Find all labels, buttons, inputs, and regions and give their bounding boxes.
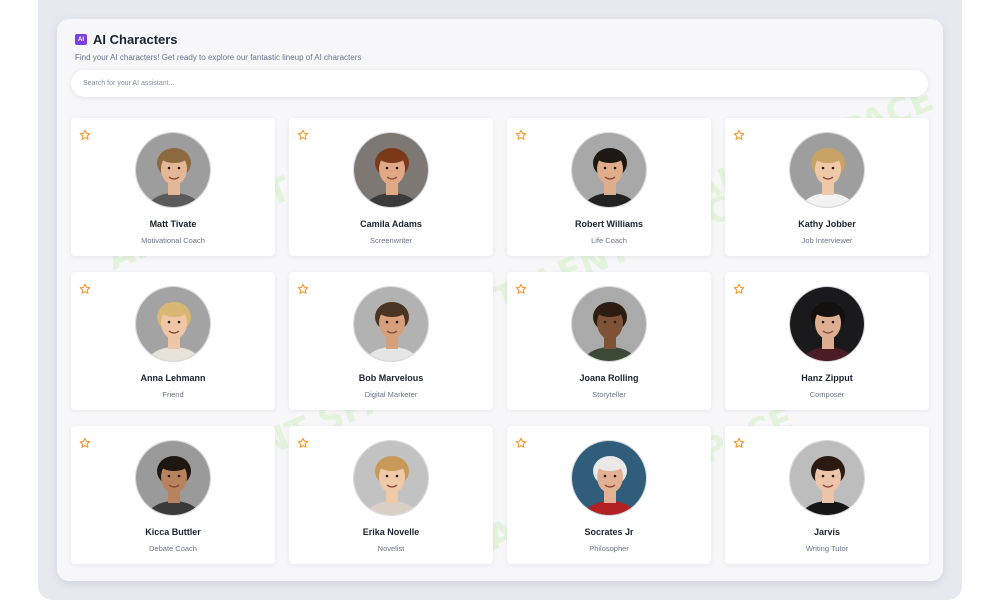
character-card[interactable]: Socrates Jr Philosopher — [507, 426, 711, 564]
character-name: Camila Adams — [360, 219, 422, 229]
character-card[interactable]: Matt Tivate Motivational Coach — [71, 118, 275, 256]
avatar — [789, 440, 865, 516]
character-role: Job Interviewer — [801, 236, 853, 245]
search-placeholder: Search for your AI assistant... — [83, 80, 175, 87]
character-name: Robert Williams — [575, 219, 643, 229]
star-icon[interactable] — [515, 283, 527, 295]
chat-bot-icon: AI — [75, 34, 87, 45]
star-icon[interactable] — [733, 437, 745, 449]
character-name: Socrates Jr — [584, 527, 634, 537]
avatar — [571, 286, 647, 362]
search-input[interactable]: Search for your AI assistant... — [71, 70, 928, 97]
character-card[interactable]: Kicca Buttler Debate Coach — [71, 426, 275, 564]
star-icon[interactable] — [515, 437, 527, 449]
star-icon[interactable] — [297, 437, 309, 449]
character-role: Life Coach — [591, 236, 627, 245]
character-role: Composer — [809, 390, 845, 399]
character-card[interactable]: Robert Williams Life Coach — [507, 118, 711, 256]
character-role: Novelist — [377, 544, 405, 553]
avatar — [789, 132, 865, 208]
character-role: Philosopher — [589, 544, 629, 553]
character-role: Motivational Coach — [141, 236, 205, 245]
character-card[interactable]: Kathy Jobber Job Interviewer — [725, 118, 929, 256]
character-card[interactable]: Erika Novelle Novelist — [289, 426, 493, 564]
star-icon[interactable] — [733, 129, 745, 141]
character-name: Kicca Buttler — [145, 527, 201, 537]
character-card[interactable]: Anna Lehmann Friend — [71, 272, 275, 410]
avatar — [789, 286, 865, 362]
star-icon[interactable] — [79, 129, 91, 141]
star-icon[interactable] — [297, 129, 309, 141]
character-card[interactable]: Camila Adams Screenwriter — [289, 118, 493, 256]
ai-characters-panel: AI TALENT SPACE AI TALENT SPACE AI TALEN… — [57, 19, 943, 581]
character-role: Writing Tutor — [805, 544, 849, 553]
character-name: Erika Novelle — [362, 527, 420, 537]
character-role: Debate Coach — [149, 544, 197, 553]
character-card[interactable]: Jarvis Writing Tutor — [725, 426, 929, 564]
star-icon[interactable] — [79, 283, 91, 295]
avatar — [353, 286, 429, 362]
avatar — [135, 440, 211, 516]
star-icon[interactable] — [297, 283, 309, 295]
character-name: Joana Rolling — [579, 373, 639, 383]
character-name: Bob Marvelous — [358, 373, 424, 383]
star-icon[interactable] — [79, 437, 91, 449]
page-subtitle: Find your AI characters! Get ready to ex… — [75, 53, 362, 62]
character-role: Friend — [162, 390, 184, 399]
avatar — [353, 132, 429, 208]
character-name: Matt Tivate — [149, 219, 197, 229]
character-name: Kathy Jobber — [798, 219, 856, 229]
title-row: AI AI Characters — [75, 32, 925, 47]
page-header: AI AI Characters Find your AI characters… — [75, 32, 925, 62]
character-grid: Matt Tivate Motivational Coach Camila Adam… — [71, 118, 929, 564]
character-name: Hanz Zipput — [801, 373, 853, 383]
avatar — [135, 132, 211, 208]
avatar — [571, 440, 647, 516]
character-role: Digital Marketer — [364, 390, 418, 399]
avatar — [353, 440, 429, 516]
star-icon[interactable] — [733, 283, 745, 295]
character-role: Storyteller — [592, 390, 626, 399]
character-name: Anna Lehmann — [140, 373, 206, 383]
character-card[interactable]: Hanz Zipput Composer — [725, 272, 929, 410]
avatar — [135, 286, 211, 362]
character-card[interactable]: Bob Marvelous Digital Marketer — [289, 272, 493, 410]
character-name: Jarvis — [813, 527, 841, 537]
character-card[interactable]: Joana Rolling Storyteller — [507, 272, 711, 410]
character-role: Screenwriter — [369, 236, 413, 245]
page-title: AI Characters — [93, 32, 178, 47]
avatar — [571, 132, 647, 208]
star-icon[interactable] — [515, 129, 527, 141]
